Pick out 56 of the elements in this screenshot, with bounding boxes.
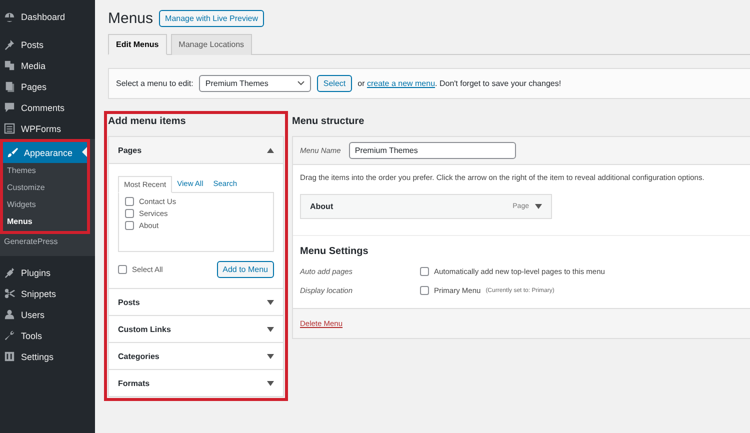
submenu-item[interactable]: Widgets [3, 197, 87, 214]
sidebar-item[interactable]: Dashboard [0, 6, 95, 27]
sidebar-item[interactable]: Plugins [0, 262, 95, 283]
settings-title: Menu Settings [300, 246, 370, 257]
section-title: Add menu items [108, 116, 187, 127]
sidebar-item[interactable]: Appearance [3, 142, 87, 163]
accordion-header[interactable]: Pages [109, 137, 283, 164]
checkbox[interactable] [125, 221, 134, 230]
menu-dropdown[interactable]: Premium Themes [199, 75, 312, 92]
chevron-icon [297, 79, 306, 87]
person-icon [4, 309, 15, 320]
triangle-down-icon [267, 300, 274, 304]
sidebar-item[interactable]: Pages [0, 76, 95, 97]
sidebar-item[interactable]: Comments [0, 97, 95, 118]
wrench-icon [4, 330, 15, 341]
sidebar-item[interactable]: Snippets [0, 283, 95, 304]
submenu-item[interactable]: Customize [3, 180, 87, 197]
plug-icon [4, 267, 15, 278]
triangle-down-icon [267, 354, 274, 358]
sidebar-item[interactable]: Tools [0, 325, 95, 346]
submenu-item[interactable]: Themes [3, 163, 87, 180]
checkbox[interactable] [125, 197, 134, 206]
tab[interactable]: Manage Locations [170, 34, 252, 55]
page-icon [4, 81, 15, 92]
sidebar-item[interactable]: WPForms [0, 118, 95, 139]
triangle-up-icon [267, 148, 274, 152]
dashboard-icon [4, 11, 15, 22]
scissors-icon [4, 288, 15, 299]
tab[interactable]: Edit Menus [108, 34, 167, 55]
submenu-item[interactable]: GeneratePress [0, 234, 95, 251]
menu-name-field[interactable]: Premium Themes [348, 142, 516, 159]
live-preview-button[interactable]: Manage with Live Preview [159, 10, 264, 27]
checkbox[interactable] [420, 267, 429, 276]
create-menu-link[interactable]: create a new menu [366, 79, 436, 88]
checkbox[interactable] [125, 209, 134, 218]
select-button[interactable]: Select [317, 75, 352, 92]
checkbox[interactable] [420, 286, 429, 295]
sidebar-item[interactable]: Settings [0, 346, 95, 367]
sidebar-item[interactable]: Users [0, 304, 95, 325]
triangle-down-icon [267, 326, 274, 332]
form-icon [4, 123, 15, 134]
checkbox[interactable] [118, 265, 127, 274]
submenu-item[interactable]: Menus [3, 214, 87, 231]
section-title: Menu structure [292, 116, 366, 127]
pin-icon [4, 39, 15, 50]
sidebar-item[interactable]: Media [0, 55, 95, 76]
hint-text: or create a new menu. Don't forget to save your changes! [358, 79, 562, 88]
page-title: Menus [108, 10, 154, 27]
brush-icon [7, 147, 18, 158]
media-icon [4, 60, 15, 71]
add-to-menu-button[interactable]: Add to Menu [216, 261, 274, 278]
triangle-down-icon[interactable] [535, 204, 542, 209]
speech-bubble-icon [4, 102, 15, 113]
select-label: Select a menu to edit: [116, 79, 194, 88]
sidebar-item[interactable]: Posts [0, 34, 95, 55]
triangle-down-icon [267, 380, 274, 386]
